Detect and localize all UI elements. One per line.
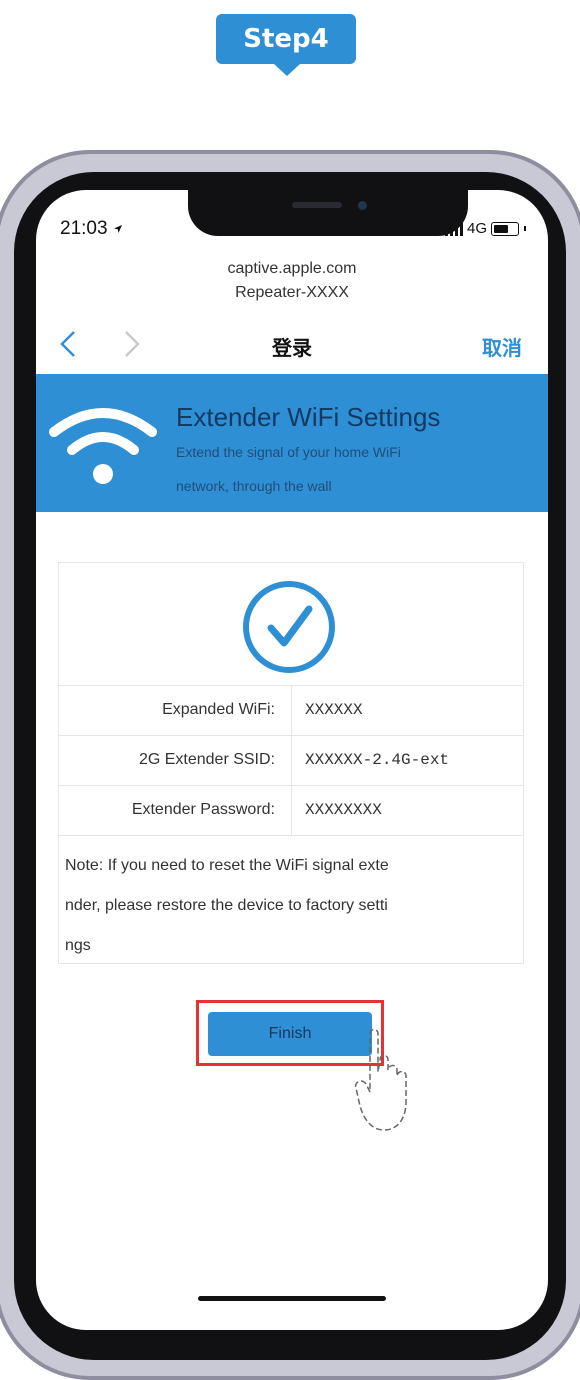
cancel-button[interactable]: 取消	[482, 332, 522, 361]
note-line: ngs	[65, 937, 91, 954]
hand-pointer-icon	[354, 1028, 407, 1131]
captive-url: captive.apple.com	[227, 260, 357, 277]
checkmark-circle-icon	[243, 581, 335, 673]
location-arrow-icon	[113, 225, 122, 233]
note-line: nder, please restore the device to facto…	[65, 897, 388, 914]
detail-value: XXXXXXXX	[305, 801, 382, 819]
banner-title: Extender WiFi Settings	[176, 402, 441, 432]
detail-label: 2G Extender SSID:	[138, 751, 275, 768]
network-type: 4G	[466, 220, 487, 237]
detail-row-extender-password: Extender Password: XXXXXXXX	[59, 785, 523, 836]
detail-label: Expanded WiFi:	[162, 701, 275, 718]
status-indicators: 4G	[444, 220, 526, 237]
step-badge-pointer	[274, 64, 300, 76]
finish-button[interactable]: Finish	[208, 1012, 372, 1056]
reset-note: Note: If you need to reset the WiFi sign…	[59, 835, 523, 966]
result-card: Expanded WiFi: XXXXXX 2G Extender SSID: …	[58, 562, 524, 964]
status-time-text: 21:03	[60, 218, 108, 239]
step-label: Step4	[243, 24, 329, 54]
detail-row-extender-ssid: 2G Extender SSID: XXXXXX-2.4G-ext	[59, 735, 523, 786]
home-indicator	[198, 1296, 386, 1301]
notch	[188, 190, 468, 236]
speaker	[292, 202, 342, 208]
phone-screen: 21:03 4G captive.apple.com Repeater-XXXX…	[36, 190, 548, 1330]
status-time: 21:03	[60, 218, 123, 240]
signal-icon	[444, 222, 463, 236]
battery-tip	[524, 226, 526, 231]
detail-label: Extender Password:	[131, 801, 275, 818]
battery-icon	[491, 221, 519, 236]
note-line: Note: If you need to reset the WiFi sign…	[65, 857, 389, 874]
wifi-icon	[49, 408, 157, 484]
banner-subtitle-line1: Extend the signal of your home WiFi	[176, 444, 401, 460]
step-badge: Step4	[216, 14, 356, 64]
captive-network-name: Repeater-XXXX	[235, 284, 349, 301]
detail-row-expanded-wifi: Expanded WiFi: XXXXXX	[59, 685, 523, 736]
camera	[358, 201, 367, 210]
detail-value: XXXXXX-2.4G-ext	[305, 751, 450, 769]
page-title: 登录	[272, 336, 312, 360]
banner-subtitle-line2: network, through the wall	[176, 478, 332, 494]
settings-banner: Extender WiFi Settings Extend the signal…	[36, 374, 548, 512]
detail-value: XXXXXX	[305, 701, 363, 719]
